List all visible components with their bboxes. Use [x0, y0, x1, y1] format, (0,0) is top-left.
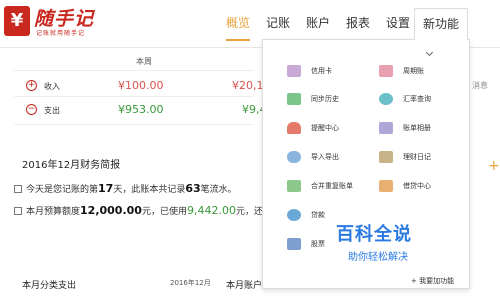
diary-icon: [379, 151, 393, 163]
merge-bills-icon: [287, 180, 301, 192]
nav-settings[interactable]: 设置: [386, 14, 410, 31]
divider: [14, 96, 254, 97]
brand-name[interactable]: 随手记: [34, 4, 94, 31]
loan-center-icon: [379, 180, 393, 192]
dropdown-item-exchange-rate[interactable]: 汇率查询: [379, 88, 431, 110]
period-label: 本周: [136, 57, 152, 66]
chevron-down-icon: [425, 48, 434, 57]
dropdown-item-reminder-center[interactable]: 提醒中心: [287, 117, 339, 139]
credit-card-icon: [287, 65, 301, 77]
dropdown-item-loan-center[interactable]: 借贷中心: [379, 175, 431, 197]
brand-slogan: 记账就用随手记: [36, 30, 86, 37]
divider: [14, 70, 254, 71]
nav-new-features[interactable]: 新功能: [414, 8, 468, 57]
exchange-rate-icon: [379, 93, 393, 105]
category-expense-title: 本月分类支出: [22, 281, 77, 291]
briefing-days-line: 今天是您记账的第17天，此账本共记录63笔流水。: [14, 182, 237, 195]
loan-coin-icon: [287, 209, 301, 221]
dropdown-item-credit-card[interactable]: 信用卡: [287, 60, 332, 82]
income-label: 收入: [44, 82, 60, 91]
dropdown-item-stocks[interactable]: 股票: [287, 233, 325, 255]
dropdown-item-loan[interactable]: 贷款: [287, 204, 325, 226]
dropdown-item-merge-bills[interactable]: 合并重复账单: [287, 175, 353, 197]
dropdown-item-sync-history[interactable]: 同步历史: [287, 88, 339, 110]
divider: [14, 124, 254, 125]
dropdown-item-import-export[interactable]: 导入导出: [287, 146, 339, 168]
expense-minus-icon: −: [26, 104, 37, 115]
logo-icon[interactable]: ¥: [4, 6, 30, 36]
income-week-amount: ¥100.00: [118, 79, 164, 92]
sync-history-icon: [287, 93, 301, 105]
dropdown-item-photo-album[interactable]: 账单相册: [379, 117, 431, 139]
dropdown-item-periodic-bill[interactable]: 周期账: [379, 60, 424, 82]
nav-bookkeeping[interactable]: 记账: [266, 14, 290, 31]
bell-icon: [287, 122, 301, 134]
photo-album-icon: [379, 122, 393, 134]
nav-reports[interactable]: 报表: [346, 14, 370, 31]
dropdown-item-finance-diary[interactable]: 理财日记: [379, 146, 431, 168]
calendar-icon: [14, 185, 22, 193]
cloud-upload-icon: [287, 151, 301, 163]
budget-icon: [14, 207, 22, 215]
watermark-subtitle: 助你轻松解决: [348, 252, 408, 263]
add-feature-link[interactable]: + 我要加功能: [411, 276, 454, 286]
stock-chart-icon: [287, 238, 301, 250]
periodic-bill-icon: [379, 65, 393, 77]
expense-label: 支出: [44, 106, 60, 115]
messages-label[interactable]: 消息: [472, 80, 488, 91]
briefing-title: 2016年12月财务简报: [22, 160, 121, 171]
nav-overview[interactable]: 概览: [226, 14, 251, 41]
category-expense-date: 2016年12月: [170, 279, 211, 287]
watermark: 百科全说 助你轻松解决: [336, 220, 412, 263]
watermark-title: 百科全说: [336, 224, 412, 245]
briefing-budget-line: 本月预算额度12,000.00元，已使用9,442.00元，还剩: [14, 204, 272, 217]
expense-week-amount: ¥953.00: [118, 103, 164, 116]
add-icon[interactable]: +: [488, 158, 500, 174]
nav-accounts[interactable]: 账户: [306, 14, 330, 31]
income-plus-icon: +: [26, 80, 37, 91]
nav-new-features-label: 新功能: [423, 17, 460, 31]
